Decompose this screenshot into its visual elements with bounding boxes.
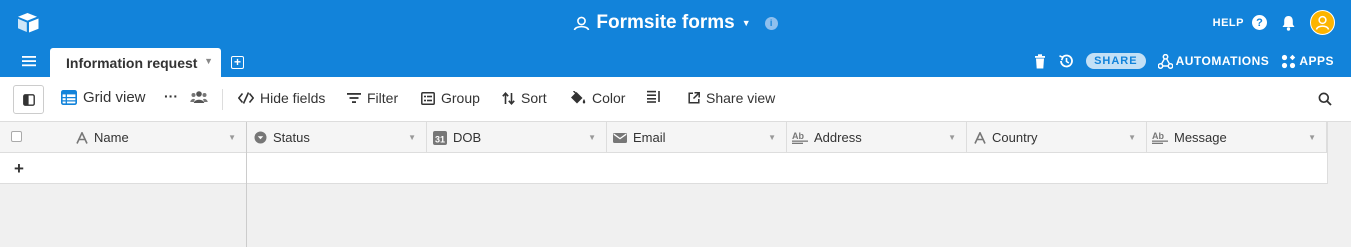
row-height-button[interactable] [647,90,661,103]
tab-label: Information request [66,54,198,71]
grid-view-icon [61,90,77,105]
column-menu-caret-icon[interactable]: ▼ [588,133,596,142]
column-header-email[interactable]: Email ▼ [607,122,787,153]
add-table-icon[interactable]: + [231,56,244,69]
apps-icon [1282,54,1296,68]
tab-menu-caret-icon[interactable]: ▼ [204,56,213,66]
base-title[interactable]: Formsite forms ▼ i [573,12,778,34]
filter-button[interactable]: Filter [347,90,398,106]
toolbar-divider [222,89,223,110]
view-menu-button[interactable]: ··· [164,88,178,104]
column-menu-caret-icon[interactable]: ▼ [768,133,776,142]
sidebar-toggle-icon [22,93,35,106]
column-menu-caret-icon[interactable]: ▼ [1128,133,1136,142]
filter-label: Filter [367,90,399,106]
add-row-line[interactable]: + [0,153,1327,184]
app-header: Formsite forms ▼ i HELP ? Information re… [0,0,1351,77]
share-view-button[interactable]: Share view [688,90,775,106]
hide-fields-label: Hide fields [260,90,326,106]
notifications-bell-icon[interactable] [1281,15,1296,31]
group-button[interactable]: Group [421,90,480,106]
trash-icon[interactable] [1034,53,1046,69]
automations-icon [1157,53,1173,69]
share-button[interactable]: SHARE [1086,53,1146,69]
share-view-icon [688,92,700,104]
view-switcher[interactable]: Grid view [61,89,146,106]
tab-information-request[interactable]: Information request ▼ [50,48,221,77]
column-header-status[interactable]: Status ▼ [247,122,427,153]
column-header-message[interactable]: Ab Message ▼ [1147,122,1327,153]
column-menu-caret-icon[interactable]: ▼ [948,133,956,142]
column-label: Country [992,130,1038,145]
help-link[interactable]: HELP [1213,17,1244,29]
color-button[interactable]: Color [570,90,625,106]
collaborators-icon [574,16,590,30]
column-label: Status [273,130,310,145]
text-field-icon [974,131,986,144]
grid-right-border [1327,122,1328,184]
group-label: Group [441,90,480,106]
help-icon[interactable]: ? [1252,15,1267,30]
grid-header-row: Name ▼ Status ▼ 31 DOB ▼ Email ▼ Ab Addr… [0,122,1327,153]
svg-text:Ab: Ab [792,131,804,141]
user-avatar[interactable] [1310,10,1335,35]
view-toolbar: Grid view ··· Hide fields Filter Group S… [0,77,1351,122]
filter-icon [347,93,361,103]
long-text-icon: Ab [1152,131,1168,144]
column-label: Address [814,130,862,145]
column-header-address[interactable]: Ab Address ▼ [787,122,967,153]
column-label: DOB [453,130,482,145]
user-icon [1315,15,1330,30]
column-menu-caret-icon[interactable]: ▼ [408,133,416,142]
column-label: Name [94,130,129,145]
airtable-logo-icon[interactable] [16,12,42,34]
svg-text:31: 31 [435,134,445,144]
base-name: Formsite forms [596,12,735,33]
sort-icon [502,91,515,105]
long-text-icon: Ab [792,131,808,144]
calendar-icon: 31 [433,130,447,145]
column-header-name[interactable]: Name ▼ [0,122,247,153]
group-icon [421,91,435,105]
view-name: Grid view [83,89,146,106]
frozen-column-divider [246,122,247,247]
info-icon[interactable]: i [764,16,778,30]
hide-fields-icon [238,92,254,104]
column-header-country[interactable]: Country ▼ [967,122,1147,153]
history-icon[interactable] [1058,53,1074,69]
sort-button[interactable]: Sort [502,90,547,106]
share-view-label: Share view [706,90,776,106]
svg-text:Ab: Ab [1152,131,1164,141]
color-label: Color [592,90,626,106]
row-height-icon [647,90,660,103]
paint-bucket-icon [571,91,586,104]
email-icon [613,132,627,143]
automations-button[interactable]: AUTOMATIONS [1157,53,1270,69]
base-menu-caret-icon[interactable]: ▼ [742,18,751,28]
people-icon [190,91,208,103]
sidebar-toggle-button[interactable] [13,85,44,114]
view-collaborators-button[interactable] [190,90,208,104]
sort-label: Sort [521,90,547,106]
apps-label: APPS [1299,54,1334,68]
automations-label: AUTOMATIONS [1175,54,1270,68]
column-menu-caret-icon[interactable]: ▼ [1308,133,1316,142]
hamburger-menu-icon[interactable] [22,55,36,67]
add-row-button[interactable]: + [14,159,24,179]
text-field-icon [76,131,88,144]
column-label: Message [1174,130,1227,145]
column-label: Email [633,130,666,145]
hide-fields-button[interactable]: Hide fields [238,90,325,106]
single-select-icon [254,131,267,144]
column-header-dob[interactable]: 31 DOB ▼ [427,122,607,153]
apps-button[interactable]: APPS [1281,54,1334,69]
column-menu-caret-icon[interactable]: ▼ [228,133,236,142]
search-icon[interactable] [1318,92,1332,106]
